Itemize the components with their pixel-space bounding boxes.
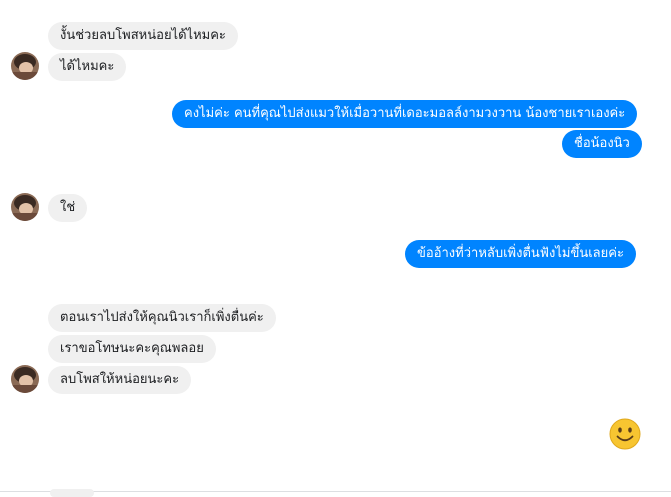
composer-input[interactable] xyxy=(50,489,94,497)
incoming-message[interactable]: ตอนเราไปส่งให้คุณนิวเราก็เพิ่งตื่นค่ะ xyxy=(48,304,276,332)
contact-avatar[interactable] xyxy=(11,365,39,393)
incoming-message[interactable]: ลบโพสให้หน่อยนะคะ xyxy=(48,366,192,394)
incoming-message[interactable]: ใช่ xyxy=(48,194,88,222)
incoming-message[interactable]: ได้ไหมคะ xyxy=(48,53,127,81)
outgoing-message[interactable]: ชื่อน้องนิว xyxy=(562,130,642,158)
avatar-image xyxy=(11,365,39,393)
contact-avatar[interactable] xyxy=(11,52,39,80)
outgoing-message[interactable]: คงไม่ค่ะ คนที่คุณไปส่งแมวให้เมื่อวานที่เ… xyxy=(172,100,638,128)
outgoing-message[interactable]: ข้ออ้างที่ว่าหลับเพิ่งตื่นฟังไม่ขึ้นเลยค… xyxy=(405,240,636,268)
contact-avatar[interactable] xyxy=(11,193,39,221)
avatar-image xyxy=(11,52,39,80)
avatar-image xyxy=(11,193,39,221)
incoming-message[interactable]: เราขอโทษนะคะคุณพลอย xyxy=(48,335,216,363)
composer-divider xyxy=(0,491,671,492)
smile-emoji-icon[interactable] xyxy=(608,417,642,451)
incoming-message[interactable]: งั้นช่วยลบโพสหน่อยได้ไหมคะ xyxy=(48,22,238,50)
